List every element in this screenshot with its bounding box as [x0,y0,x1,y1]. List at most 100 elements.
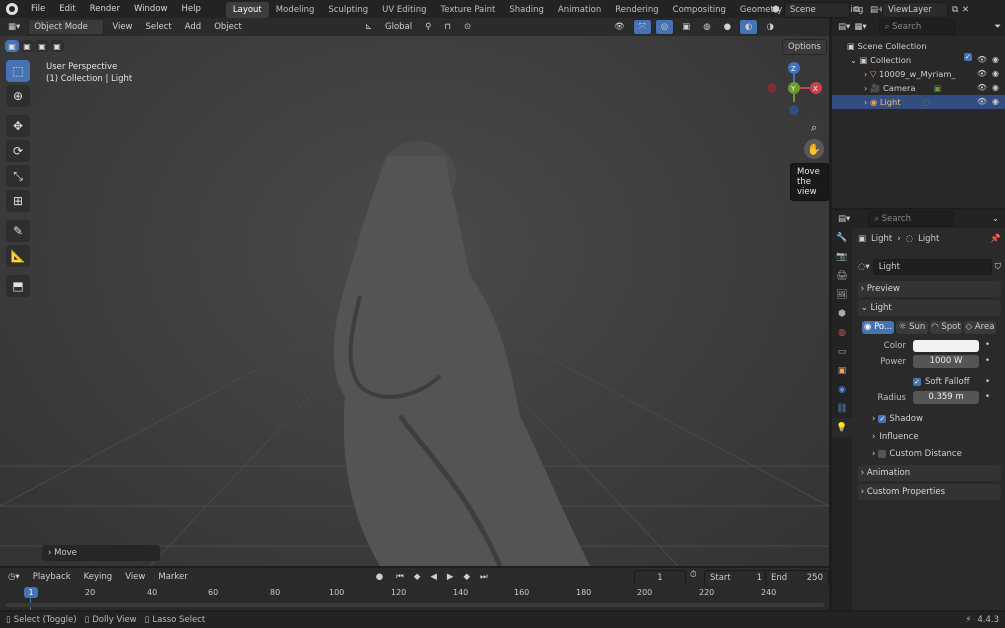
stopwatch-icon[interactable]: ⏱ [690,570,697,580]
physics-tab-icon[interactable]: ◉ [832,380,852,399]
jump-keyframe-back-icon[interactable]: ◆ [409,570,426,584]
playback-menu[interactable]: Playback [28,570,76,584]
tab-compositing[interactable]: Compositing [666,2,733,18]
play-icon[interactable]: ▶ [442,570,459,584]
filter-icon[interactable]: ⏷ [994,22,1001,32]
timeline-area[interactable]: 1 20 40 60 80 100 120 140 160 180 200 22… [0,585,829,610]
datablock-name-field[interactable]: Light [872,259,992,275]
outliner-row-collection[interactable]: ⌄ ▣ Collection ✓ 👁 ◉ [832,53,1005,67]
orientation-dropdown[interactable]: Global [380,20,417,34]
light-type-spot[interactable]: ◠ Spot [930,321,962,334]
keyframe-dot-icon[interactable]: • [985,340,990,350]
pan-hand-icon[interactable]: ✋ [804,139,824,159]
cursor-tool-icon[interactable]: ⊕ [6,85,30,107]
timeline-editor-icon[interactable]: ◷▾ [3,570,25,584]
pivot-icon[interactable]: ⚲ [420,20,436,34]
copy-scene-icon[interactable]: ⧉ [854,5,860,15]
3d-viewport[interactable]: User Perspective (1) Collection | Light … [0,36,829,566]
camera-render-icon[interactable]: ◉ [992,81,999,95]
outliner-search-input[interactable]: ⌕ Search [878,19,955,35]
light-type-area[interactable]: ◇ Area [964,321,996,334]
end-frame-field[interactable]: End 250 [765,570,829,586]
influence-subsection[interactable]: › Influence [872,432,919,442]
shadow-checkbox[interactable]: ✓ [878,415,887,423]
wireframe-shading-icon[interactable]: ◍ [698,20,715,34]
object-menu[interactable]: Object [209,20,247,34]
tab-texture-paint[interactable]: Texture Paint [434,2,503,18]
eye-icon[interactable]: 👁 [977,53,987,67]
rendered-shading-icon[interactable]: ◑ [761,20,778,34]
animation-section[interactable]: › Animation [858,465,1001,481]
outliner-row-camera[interactable]: › 🎥 Camera ▣ 👁 ◉ [832,81,1005,95]
add-menu[interactable]: Add [180,20,206,34]
scene-tab-icon[interactable]: ⬢ [832,304,852,323]
move-tool-icon[interactable]: ✥ [6,115,30,137]
select-subtract-icon[interactable]: ▣ [35,40,49,52]
custom-properties-section[interactable]: › Custom Properties [858,484,1001,500]
fake-user-icon[interactable]: ⛉ [995,262,1001,272]
light-section[interactable]: ⌄ Light [858,300,1001,316]
chevron-down-icon[interactable]: ⌄ [850,53,860,67]
timeline-scrollbar[interactable] [6,603,824,607]
select-new-icon[interactable]: ▣ [5,40,19,52]
object-mode-dropdown[interactable]: Object Mode [28,19,105,35]
properties-search-input[interactable]: ⌕ Search [868,211,955,227]
view-layer-tab-icon[interactable]: 🖼 [832,285,852,304]
shadow-subsection[interactable]: › ✓ Shadow [872,414,923,424]
playhead[interactable]: 1 [24,587,38,598]
tab-shading[interactable]: Shading [502,2,551,18]
select-menu[interactable]: Select [140,20,176,34]
light-data-icon[interactable]: ◌▾ [858,262,870,272]
menu-window[interactable]: Window [127,0,175,18]
light-data-tab-icon[interactable]: 💡 [832,418,852,437]
camera-data-icon[interactable]: ▣ [934,81,942,95]
tool-tab-icon[interactable]: 🔧 [832,228,852,247]
jump-keyframe-forward-icon[interactable]: ◆ [458,570,475,584]
color-swatch[interactable] [913,340,979,352]
menu-file[interactable]: File [24,0,52,18]
transform-tool-icon[interactable]: ⊞ [6,190,30,212]
select-box-tool-icon[interactable]: ⬚ [6,60,30,82]
light-type-sun[interactable]: ☼ Sun [896,321,928,334]
power-field[interactable]: 1000 W [913,355,979,368]
exclude-checkbox[interactable]: ✓ [963,53,972,61]
render-tab-icon[interactable]: 📷 [832,247,852,266]
tab-rendering[interactable]: Rendering [608,2,665,18]
options-dropdown[interactable]: Options [782,39,827,55]
scene-collection-row[interactable]: ▣ Scene Collection [832,39,1005,53]
scene-name-field[interactable]: Scene [783,2,850,18]
view-menu[interactable]: View [107,20,137,34]
editor-type-icon[interactable]: ▦▾ [3,20,25,34]
pin-icon[interactable]: 📌 [990,234,1001,244]
copy-viewlayer-icon[interactable]: ⧉ [952,5,958,15]
menu-render[interactable]: Render [83,0,127,18]
tab-uv-editing[interactable]: UV Editing [375,2,433,18]
measure-tool-icon[interactable]: 📐 [6,245,30,267]
gizmo-toggle-icon[interactable]: ⤧ [632,19,652,35]
preview-section[interactable]: › Preview [858,281,1001,297]
keyframe-dot-icon[interactable]: • [985,392,990,402]
light-type-point[interactable]: ◉ Po... [862,321,894,334]
outliner-row-mesh[interactable]: › ▽ 10009_w_Myriam_ 👁 ◉ [832,67,1005,81]
light-data-icon[interactable]: ◌ [923,95,930,109]
output-tab-icon[interactable]: 🖨 [832,266,852,285]
jump-end-icon[interactable]: ⏭ [475,570,493,584]
jump-start-icon[interactable]: ⏮ [391,570,409,584]
keyframe-dot-icon[interactable]: • [985,377,990,387]
select-intersect-icon[interactable]: ▣ [50,40,64,52]
outliner-editor-icon[interactable]: ▤▾ [838,22,850,32]
select-extend-icon[interactable]: ▣ [20,40,34,52]
marker-menu[interactable]: Marker [153,570,192,584]
keying-menu[interactable]: Keying [79,570,118,584]
camera-render-icon[interactable]: ◉ [992,53,999,67]
zoom-icon[interactable]: ⌕ [804,118,824,138]
constraints-tab-icon[interactable]: ⛓ [832,399,852,418]
camera-render-icon[interactable]: ◉ [992,67,999,81]
object-tab-icon[interactable]: ▣ [832,361,852,380]
radius-field[interactable]: 0.359 m [913,391,979,404]
last-operator-panel[interactable]: › Move [42,545,160,561]
collection-tab-icon[interactable]: ▭ [832,342,852,361]
custom-distance-checkbox[interactable] [878,450,887,458]
tab-sculpting[interactable]: Sculpting [321,2,375,18]
camera-render-icon[interactable]: ◉ [992,95,999,109]
